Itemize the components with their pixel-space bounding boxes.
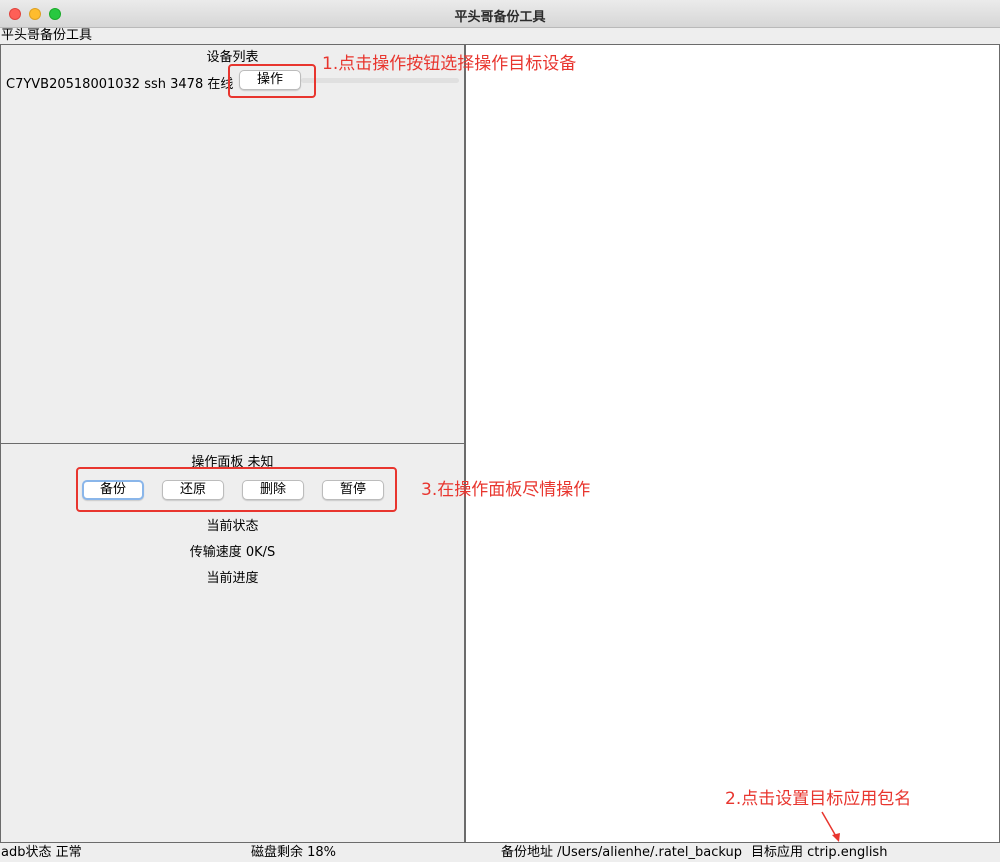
current-status-label: 当前状态 xyxy=(206,519,259,534)
target-app[interactable]: 目标应用 ctrip.english xyxy=(751,843,887,862)
annotation-arrow-icon xyxy=(821,811,840,842)
annotation-step3: 3.在操作面板尽情操作 xyxy=(421,480,591,500)
menu-bar: 平头哥备份工具 xyxy=(0,28,1000,44)
device-info: C7YVB20518001032 ssh 3478 在线 xyxy=(6,77,234,92)
disk-free: 磁盘剩余 18% xyxy=(251,845,337,860)
app-window: 平头哥备份工具 平头哥备份工具 设备列表 C7YVB20518001032 ss… xyxy=(0,0,1000,862)
title-bar: 平头哥备份工具 xyxy=(0,0,1000,28)
menu-app[interactable]: 平头哥备份工具 xyxy=(1,28,92,44)
annotation-step1: 1.点击操作按钮选择操作目标设备 xyxy=(322,54,577,74)
annotation-highlight-action-button xyxy=(228,64,316,98)
adb-status: adb状态 正常 xyxy=(1,845,82,860)
annotation-step2: 2.点击设置目标应用包名 xyxy=(725,789,912,809)
status-bar: adb状态 正常 磁盘剩余 18% 备份地址 /Users/alienhe/.r… xyxy=(0,843,1000,862)
window-title: 平头哥备份工具 xyxy=(454,10,546,25)
device-list-scrollbar[interactable] xyxy=(301,78,459,83)
log-output-panel[interactable] xyxy=(465,44,1000,843)
transfer-speed-label: 传输速度 0K/S xyxy=(189,545,276,560)
device-row: C7YVB20518001032 ssh 3478 在线 xyxy=(6,73,233,92)
current-progress-label: 当前进度 xyxy=(206,571,259,586)
backup-path[interactable]: 备份地址 /Users/alienhe/.ratel_backup xyxy=(501,843,742,862)
device-list-panel: 设备列表 C7YVB20518001032 ssh 3478 在线 操作 xyxy=(0,44,465,444)
annotation-highlight-operation-buttons xyxy=(76,467,397,512)
